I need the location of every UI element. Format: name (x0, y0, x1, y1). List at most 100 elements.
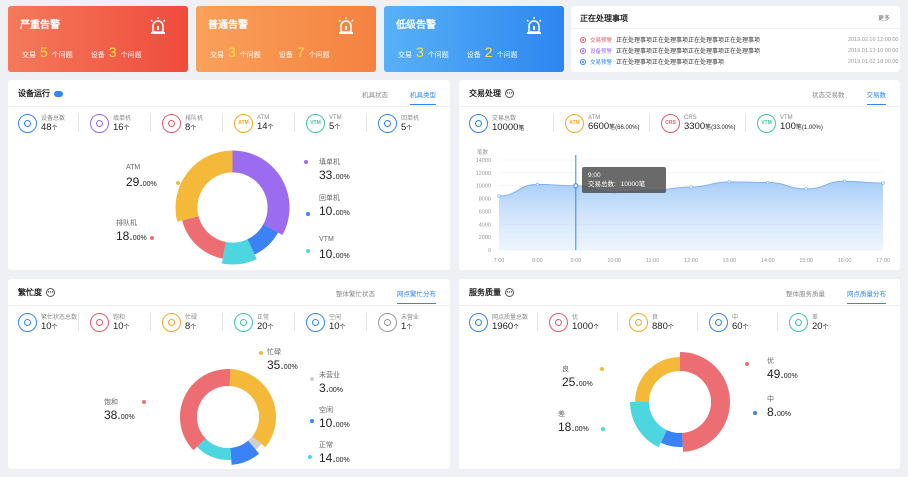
tab-trans-count[interactable]: 交易数 (866, 89, 886, 105)
y-tick-label: 6000 (479, 209, 491, 215)
panel-title: 设备运行 (18, 89, 50, 98)
legend-label: 良 (562, 366, 569, 373)
stat-value: 48 (41, 122, 52, 133)
legend-label: 未营业 (319, 372, 340, 379)
vtm-icon: VTM (757, 113, 776, 133)
normal-icon (234, 312, 253, 332)
stat-label: 饱和 (113, 315, 126, 321)
stat-label: 良 (652, 315, 659, 321)
stat-value: 3300 (684, 120, 706, 132)
more-icon[interactable]: ⋯ (505, 288, 514, 297)
stat-label: 回单机 (401, 116, 420, 122)
tab-machine-status[interactable]: 机具状态 (362, 89, 388, 105)
x-tick-label: 16:00 (838, 258, 852, 264)
legend-value: 38.00% (104, 408, 135, 422)
count-value: 3 (416, 44, 424, 60)
status-dot-icon (580, 58, 586, 65)
atm-icon: ATM (565, 113, 584, 133)
stat-label: 设备总数 (41, 116, 66, 122)
stat-item: 未营业 1个 (378, 311, 450, 333)
stat-label: 网点质量总数 (492, 315, 529, 321)
stat-item: 差 20个 (789, 311, 869, 333)
data-point[interactable] (804, 187, 808, 191)
tab-busy-distribution[interactable]: 网点繁忙分布 (397, 288, 436, 304)
stat-value: 100 (780, 120, 796, 132)
stat-item: 忙碌 8个 (162, 311, 234, 333)
data-point[interactable] (842, 179, 847, 183)
stat-value: 20 (257, 321, 268, 332)
more-icon[interactable]: ⋯ (46, 288, 55, 297)
alert-card-low[interactable]: 低级告警 交易 3 个问题 设备 2 个问题 (384, 6, 564, 72)
stat-value: 20 (812, 321, 823, 332)
x-tick-label: 13:00 (723, 258, 737, 264)
count-value: 3 (108, 44, 117, 60)
transaction-panel: 交易处理 ⋯ 状态交易数 交易数 交易总数 10000笔 ATM ATM 6600笔(66.… (459, 80, 900, 270)
alert-card-normal[interactable]: 普通告警 交易 3 个问题 设备 7 个问题 (196, 6, 376, 72)
data-point[interactable] (535, 182, 540, 187)
stat-label: 繁忙状态总数 (41, 315, 78, 321)
more-link[interactable]: 更多 (878, 13, 890, 22)
y-tick-label: 10000 (476, 184, 491, 190)
atm-icon: ATM (234, 113, 253, 133)
quality-total-icon (469, 312, 488, 332)
y-tick-label: 4000 (479, 222, 491, 228)
busy-stats: 繁忙状态总数 10个 饱和 10个 忙碌 8个 正常 20个 空闲 10个 未营业 1个 (18, 311, 450, 333)
legend-label: 正常 (319, 442, 333, 449)
status-dot-icon (580, 47, 586, 54)
processing-item[interactable]: 交易预警 正在处理事项正在处理事项正在处理事项 2019.01.02 18:00:0… (580, 57, 898, 66)
data-point[interactable] (727, 180, 732, 184)
stat-value: 6600 (588, 120, 610, 132)
data-point[interactable] (881, 181, 885, 185)
stat-value: 1960 (492, 321, 514, 332)
processing-item[interactable]: 设备预警 正在处理事项正在处理事项正在处理事项正在处理事项 2019.01.13 1… (580, 46, 898, 55)
device-stats: 设备总数 48个 填单机 16个 排队机 8个 ATM ATM 14个 VTM VTM 5个 回单机 5个 (18, 112, 450, 134)
more-icon[interactable]: ⋯ (505, 89, 514, 98)
stat-item: CRS CRS 3300笔(33.00%) (661, 112, 757, 134)
legend-dot (176, 181, 180, 185)
hover-point (573, 183, 579, 189)
x-tick-label: 10:00 (607, 258, 621, 264)
stat-label: 填单机 (113, 116, 132, 122)
tab-overall-quality[interactable]: 整体服务质量 (786, 288, 825, 304)
stat-item: 交易总数 10000笔 (469, 112, 565, 134)
stat-item: ATM ATM 14个 (234, 112, 306, 134)
data-point[interactable] (766, 180, 770, 185)
transaction-line-chart: 0 2000 4000 6000 8000 10000 12000 14000 7:00 8:00… (476, 155, 890, 264)
legend-value: 18.00% (558, 420, 589, 434)
stat-label: 排队机 (185, 116, 204, 122)
legend-value: 3.00% (319, 381, 344, 395)
legend-value: 29.00% (126, 175, 157, 189)
legend-dot (304, 160, 308, 164)
x-tick-label: 7:00 (494, 258, 505, 264)
tab-machine-type[interactable]: 机具类型 (410, 89, 436, 105)
stat-value: 60 (732, 321, 743, 332)
data-point[interactable] (689, 185, 693, 189)
legend-dot (745, 362, 749, 366)
service-panel: 服务质量 ⋯ 整体服务质量 网点质量分布 网点质量总数 1960个优 1000个良 880… (459, 279, 900, 469)
tab-quality-distribution[interactable]: 网点质量分布 (847, 288, 886, 304)
alarm-icon (526, 17, 542, 34)
tab-status-trans[interactable]: 状态交易数 (812, 89, 845, 105)
x-tick-label: 11:00 (646, 258, 659, 264)
busy-panel: 繁忙度 ⋯ 整体繁忙状态 网点繁忙分布 繁忙状态总数 10个 饱和 10个 忙碌 8个 正常 20… (8, 279, 450, 469)
legend-dot (259, 351, 263, 355)
processing-panel: 正在处理事项 更多 交易预警 正在处理事项正在处理事项正在处理事项正在处理事项 20… (571, 6, 900, 72)
legend-value: 8.00% (767, 405, 792, 419)
data-point[interactable] (497, 194, 501, 198)
legend-value: 25.00% (562, 375, 593, 389)
stat-item: VTM VTM 100笔(1.00%) (757, 112, 853, 134)
busy-icon (162, 312, 181, 332)
tab-overall-busy[interactable]: 整体繁忙状态 (336, 288, 375, 304)
legend-dot (306, 249, 310, 253)
legend-label: 忙碌 (267, 349, 281, 356)
stat-value: 10000 (492, 122, 519, 133)
processing-item[interactable]: 交易预警 正在处理事项正在处理事项正在处理事项正在处理事项 2019.02.16 1… (580, 35, 898, 44)
transaction-stats: 交易总数 10000笔 ATM ATM 6600笔(66.00%) CRS CRS 3300笔… (469, 112, 853, 134)
alert-card-critical[interactable]: 严重告警 交易 5 个问题 设备 3 个问题 (8, 6, 188, 72)
info-icon[interactable] (54, 90, 63, 97)
x-tick-label: 17:00 (876, 258, 890, 264)
count-value: 3 (228, 44, 236, 60)
legend-dot (310, 419, 314, 423)
legend-label: 空闲 (319, 407, 333, 414)
queue-machine-icon (162, 113, 181, 133)
